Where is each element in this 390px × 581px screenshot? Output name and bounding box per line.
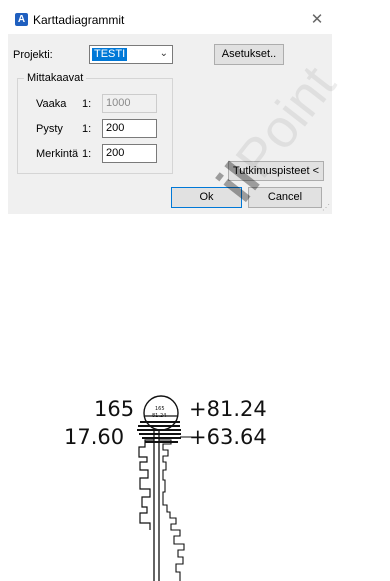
left-label-bottom: 17.60 — [64, 425, 125, 449]
left-profile — [138, 439, 154, 530]
right-profile — [159, 439, 185, 581]
right-label-top: +81.24 — [189, 397, 267, 421]
borehole-diagram: 165 81.24 — [137, 395, 195, 581]
left-label-top: 165 — [94, 397, 135, 421]
right-label-bottom: +63.64 — [189, 425, 267, 449]
circle-label-top: 165 — [155, 406, 165, 412]
